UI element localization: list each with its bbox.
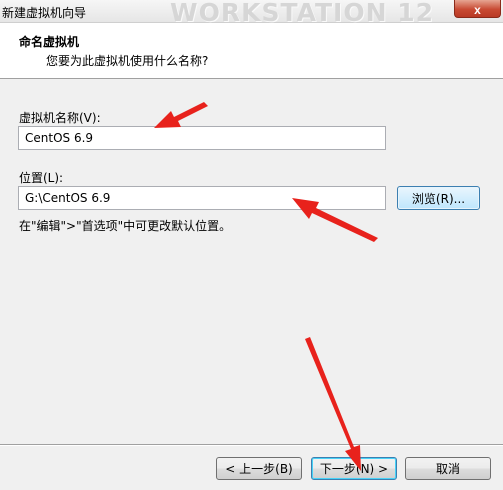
close-button[interactable]: x bbox=[454, 0, 501, 18]
back-button[interactable]: < 上一步(B) bbox=[216, 457, 302, 480]
annotation-arrow-next bbox=[305, 337, 361, 471]
location-label: 位置(L): bbox=[19, 171, 64, 185]
annotation-arrow-name bbox=[154, 102, 208, 128]
wizard-header: 命名虚拟机 您要为此虚拟机使用什么名称? bbox=[0, 23, 503, 79]
title-bar: 新建虚拟机向导 WORKSTATION 12 x bbox=[0, 0, 503, 27]
cancel-button[interactable]: 取消 bbox=[405, 457, 491, 480]
page-subtitle: 您要为此虚拟机使用什么名称? bbox=[46, 54, 209, 68]
vm-name-input[interactable] bbox=[18, 126, 386, 150]
page-title: 命名虚拟机 bbox=[19, 35, 80, 49]
next-button[interactable]: 下一步(N) > bbox=[311, 457, 397, 480]
window-title: 新建虚拟机向导 bbox=[2, 6, 87, 20]
footer-divider bbox=[0, 444, 503, 446]
location-input[interactable] bbox=[18, 186, 386, 210]
browse-button[interactable]: 浏览(R)... bbox=[397, 186, 480, 210]
location-hint: 在"编辑">"首选项"中可更改默认位置。 bbox=[19, 219, 232, 233]
vm-name-label: 虚拟机名称(V): bbox=[19, 111, 101, 125]
